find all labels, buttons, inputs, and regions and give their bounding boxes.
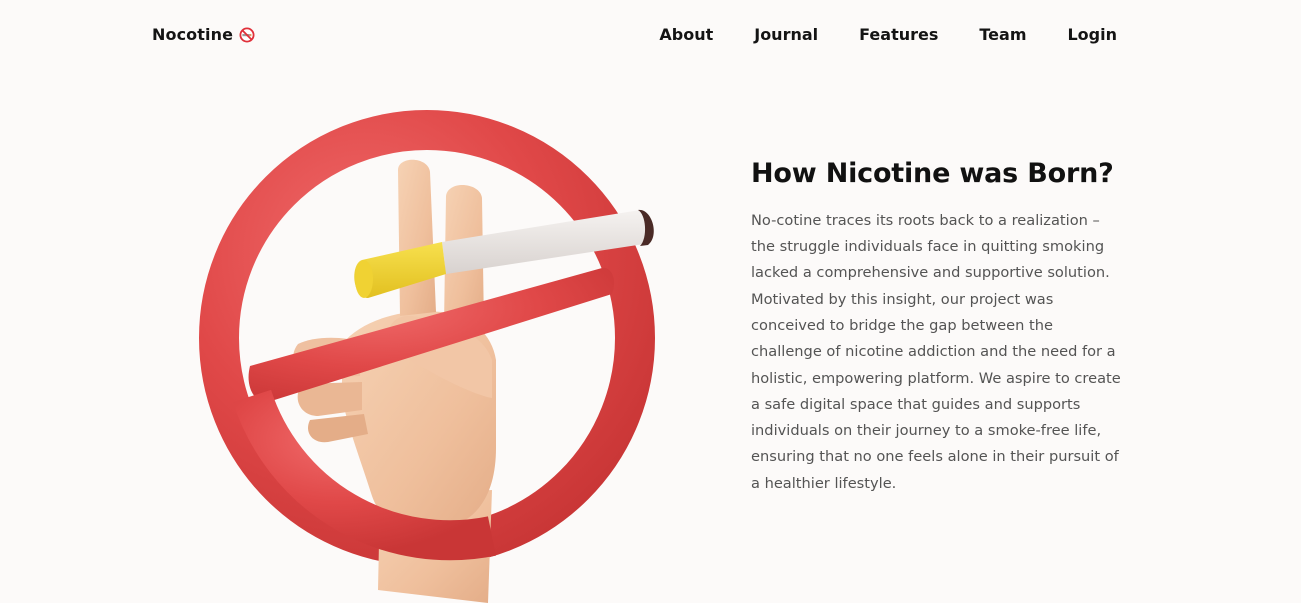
no-smoking-icon: [239, 27, 255, 42]
nav-link-about[interactable]: About: [659, 25, 713, 44]
no-smoking-hand-illustration: [199, 110, 655, 603]
brand-name: Nocotine: [152, 25, 234, 44]
section-body-text: No-cotine traces its roots back to a rea…: [751, 211, 1121, 492]
top-navbar: Nocotine About Journal Features Team Log…: [0, 0, 1301, 72]
nav-link-login[interactable]: Login: [1067, 25, 1117, 44]
nav-links: About Journal Features Team Login: [659, 25, 1117, 44]
nav-link-features[interactable]: Features: [859, 25, 938, 44]
origin-story-section: How Nicotine was Born? No-cotine traces …: [751, 157, 1126, 497]
nav-link-journal[interactable]: Journal: [754, 25, 818, 44]
brand-logo-link[interactable]: Nocotine: [152, 25, 255, 44]
section-title: How Nicotine was Born?: [751, 158, 1114, 189]
nav-link-team[interactable]: Team: [979, 25, 1026, 44]
